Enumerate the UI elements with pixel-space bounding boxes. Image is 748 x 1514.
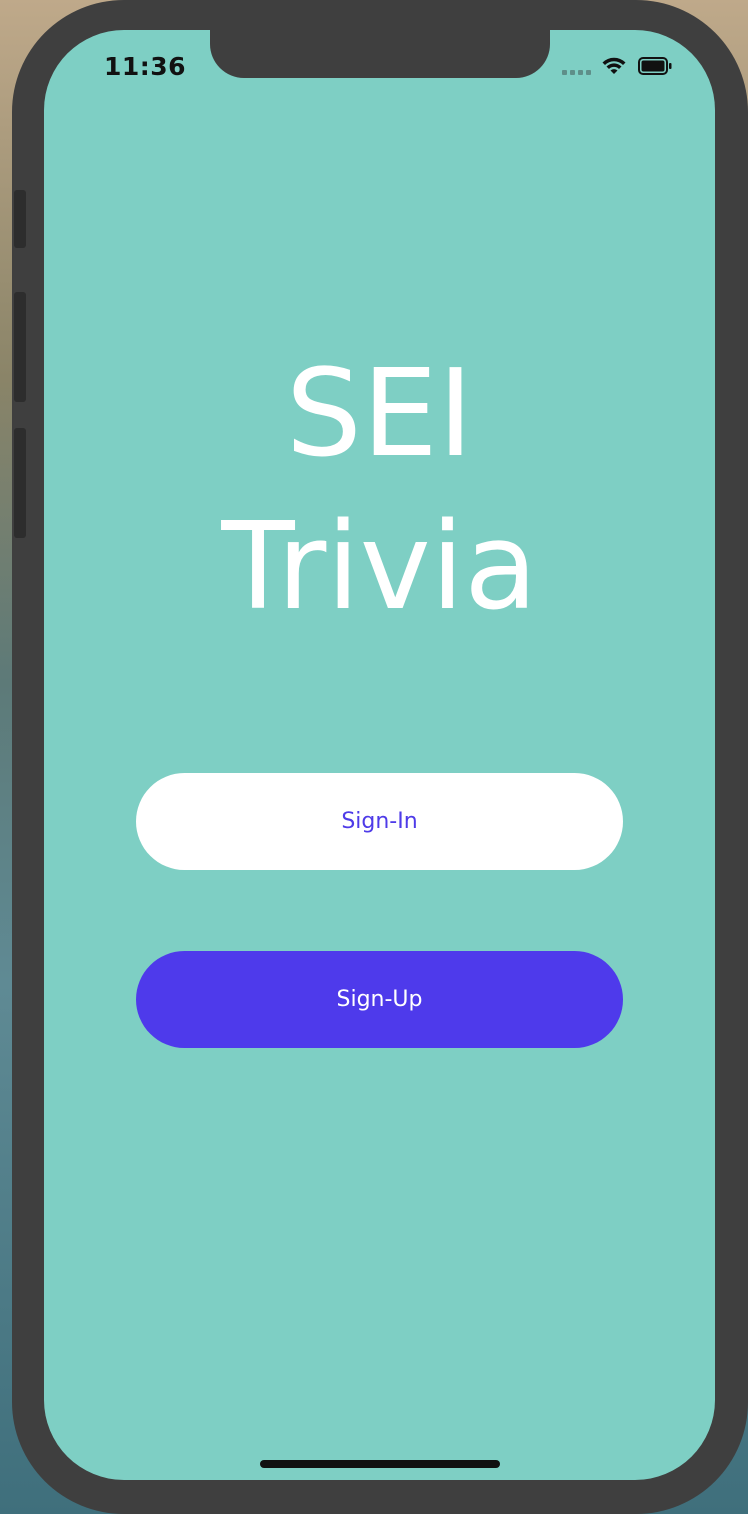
app-screen: 11:36 SEI Trivia Sign-In Sign-Up: [44, 30, 715, 1480]
cellular-signal-icon: [562, 70, 591, 75]
volume-down-button: [14, 428, 26, 538]
app-title: SEI Trivia: [44, 338, 715, 644]
battery-icon: [638, 57, 672, 75]
app-title-line1: SEI: [285, 345, 474, 484]
app-title-line2: Trivia: [221, 498, 538, 637]
sign-up-button[interactable]: Sign-Up: [136, 951, 623, 1048]
notch: [210, 30, 550, 78]
wifi-icon: [602, 57, 626, 74]
sign-in-button[interactable]: Sign-In: [136, 773, 623, 870]
volume-up-button: [14, 292, 26, 402]
mute-switch: [14, 190, 26, 248]
status-time: 11:36: [104, 52, 187, 81]
home-indicator[interactable]: [260, 1460, 500, 1468]
